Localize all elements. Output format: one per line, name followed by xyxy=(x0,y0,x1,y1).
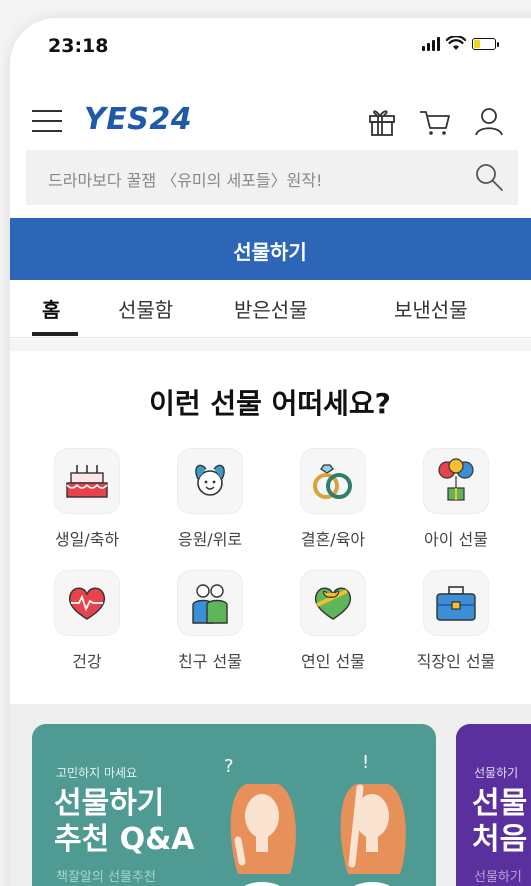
card-title-line1: 선물 xyxy=(472,786,528,821)
menu-icon[interactable] xyxy=(32,110,62,134)
category-health[interactable]: 건강 xyxy=(32,570,142,672)
tab-received[interactable]: 받은선물 xyxy=(234,294,308,323)
category-label: 건강 xyxy=(72,652,102,671)
category-kids[interactable]: 아이 선물 xyxy=(401,448,511,550)
status-time: 23:18 xyxy=(48,35,109,57)
cheer-icon xyxy=(177,448,243,514)
promo-card-qna[interactable]: 고민하지 마세요 선물하기 추천 Q&A 책잘알의 선물추천 ? ! xyxy=(32,724,436,886)
category-office[interactable]: 직장인 선물 xyxy=(401,570,511,672)
card-eyebrow: 선물하기 xyxy=(474,766,519,780)
divider xyxy=(10,339,531,351)
svg-text:!: ! xyxy=(362,752,369,773)
category-cheer[interactable]: 응원/위로 xyxy=(155,448,265,550)
section-title: 이런 선물 어떠세요? xyxy=(149,387,391,420)
friends-icon xyxy=(177,570,243,636)
category-friends[interactable]: 친구 선물 xyxy=(155,570,265,672)
tab-active-indicator xyxy=(32,332,78,336)
category-label: 결혼/육아 xyxy=(300,530,366,549)
search-icon[interactable] xyxy=(474,162,504,192)
card-eyebrow: 고민하지 마세요 xyxy=(56,766,138,780)
app-header: YES24 xyxy=(10,98,531,148)
search-input[interactable]: 드라마보다 꿀잼 〈유미의 세포들〉원작! xyxy=(48,167,322,191)
category-label: 생일/축하 xyxy=(54,530,120,549)
yes24-logo[interactable]: YES24 xyxy=(84,102,192,137)
gift-banner: 선물하기 xyxy=(10,218,531,280)
illustration-women: ? ! xyxy=(224,752,406,886)
love-gift-icon xyxy=(300,570,366,636)
category-label: 친구 선물 xyxy=(178,652,242,671)
status-bar: 23:18 xyxy=(10,18,531,80)
heart-icon xyxy=(54,570,120,636)
wifi-icon xyxy=(446,36,466,50)
briefcase-icon xyxy=(423,570,489,636)
category-couple[interactable]: 연인 선물 xyxy=(278,570,388,672)
card-title-line2: 추천 Q&A xyxy=(54,822,195,857)
category-label: 응원/위로 xyxy=(177,530,243,549)
status-icons xyxy=(422,36,499,51)
tab-gift-box[interactable]: 선물함 xyxy=(118,294,173,323)
cake-icon xyxy=(54,448,120,514)
cart-icon[interactable] xyxy=(418,104,452,138)
svg-text:?: ? xyxy=(224,756,234,777)
gift-icon[interactable] xyxy=(365,104,399,138)
tab-bar: 홈 선물함 받은선물 보낸선물 xyxy=(10,280,531,338)
category-label: 연인 선물 xyxy=(301,652,365,671)
card-subtitle: 선물하기 xyxy=(474,870,522,885)
card-title: 선물하기 추천 Q&A xyxy=(54,786,195,858)
balloons-icon xyxy=(423,448,489,514)
category-label: 아이 선물 xyxy=(424,530,488,549)
card-title-line2: 처음 xyxy=(472,822,528,857)
user-icon[interactable] xyxy=(472,104,506,138)
category-label: 직장인 선물 xyxy=(416,652,496,671)
battery-icon xyxy=(472,37,499,50)
search-bar[interactable]: 드라마보다 꿀잼 〈유미의 세포들〉원작! xyxy=(26,150,518,205)
category-birthday[interactable]: 생일/축하 xyxy=(32,448,142,550)
card-title: 선물 처음 xyxy=(472,786,527,858)
rings-icon xyxy=(300,448,366,514)
phone-screen: 23:18 YES24 드라마보다 꿀잼 〈유미의 세포들〉원작! 선물하기 홈… xyxy=(10,18,531,886)
tab-home[interactable]: 홈 xyxy=(42,294,60,323)
battery-level xyxy=(474,39,480,48)
card-subtitle: 책잘알의 선물추천 xyxy=(56,870,156,885)
card-title-line1: 선물하기 xyxy=(54,786,165,821)
banner-title: 선물하기 xyxy=(233,240,307,264)
tab-sent[interactable]: 보낸선물 xyxy=(394,294,468,323)
promo-card-first-gift[interactable]: 선물하기 선물 처음 선물하기 xyxy=(456,724,531,886)
signal-icon xyxy=(422,36,440,51)
category-wedding[interactable]: 결혼/육아 xyxy=(278,448,388,550)
